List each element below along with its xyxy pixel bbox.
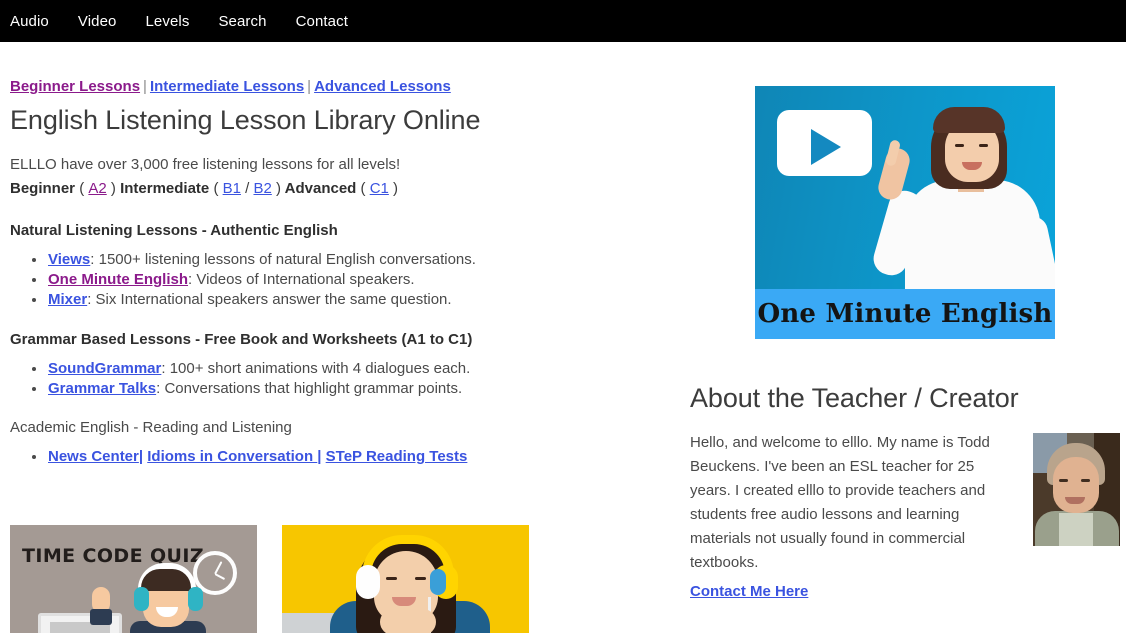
nav-item-search[interactable]: Search: [218, 14, 266, 29]
headphone-cup-left: [356, 565, 380, 599]
top-navigation-bar: Audio Video Levels Search Contact: [0, 0, 1126, 42]
lesson-link-views[interactable]: Views: [48, 251, 90, 268]
level-advanced-label: Advanced: [284, 180, 357, 197]
level-beginner-close-paren: ): [110, 180, 116, 197]
lesson-link-soundgrammar[interactable]: SoundGrammar: [48, 360, 161, 377]
lesson-desc: : 1500+ listening lessons of natural Eng…: [90, 251, 476, 268]
levels-line: Beginner ( A2 ) Intermediate ( B1 / B2 )…: [10, 177, 685, 201]
presenter-eye-left: [955, 144, 964, 147]
section-heading-grammar-based: Grammar Based Lessons - Free Book and Wo…: [10, 331, 473, 348]
student-eye-right: [415, 577, 426, 580]
level-beginner-label: Beginner: [10, 180, 76, 197]
lesson-link-step-reading-tests[interactable]: STeP Reading Tests: [326, 448, 468, 465]
breadcrumb-beginner-lessons[interactable]: Beginner Lessons: [10, 78, 140, 95]
nav-item-video[interactable]: Video: [78, 14, 117, 29]
contact-me-here-link[interactable]: Contact Me Here: [690, 583, 808, 600]
list-item: One Minute English: Videos of Internatio…: [47, 270, 685, 290]
about-section-title: About the Teacher / Creator: [690, 383, 1019, 413]
list-item: Views: 1500+ listening lessons of natura…: [47, 250, 685, 270]
level-link-b2[interactable]: B2: [253, 180, 271, 197]
list-item: Mixer: Six International speakers answer…: [47, 290, 685, 310]
level-beginner-open-paren: (: [79, 180, 85, 197]
presenter-fringe: [933, 107, 1005, 133]
headphone-left-cup-illustration: [134, 587, 149, 611]
level-link-a2[interactable]: A2: [88, 180, 106, 197]
lesson-list-grammar-based: SoundGrammar: 100+ short animations with…: [10, 359, 685, 399]
student-eye-left: [386, 577, 397, 580]
character-hair-illustration: [141, 569, 191, 591]
level-advanced-close-paren: ): [393, 180, 399, 197]
thumbnail-listening-student[interactable]: [282, 525, 529, 633]
lesson-desc: : Conversations that highlight grammar p…: [156, 380, 463, 397]
lesson-link-grammar-talks[interactable]: Grammar Talks: [48, 380, 156, 397]
teacher-shirt-front: [1059, 513, 1093, 546]
about-section-body: Hello, and welcome to elllo. My name is …: [690, 431, 1120, 601]
banner-caption-bar: One Minute English: [755, 289, 1055, 339]
list-item: News Center| Idioms in Conversation | ST…: [47, 447, 685, 467]
academic-separator-2: |: [317, 448, 322, 465]
academic-separator-1: |: [138, 448, 144, 465]
section-heading-academic-english: Academic English - Reading and Listening: [10, 419, 292, 436]
teacher-eye-right: [1081, 479, 1090, 482]
level-intermediate-label: Intermediate: [120, 180, 210, 197]
thumbnail-time-code-quiz[interactable]: TIME CODE QUIZ: [10, 525, 257, 633]
headphone-right-cup-illustration: [188, 587, 203, 611]
one-minute-english-banner[interactable]: One Minute English: [755, 86, 1055, 339]
breadcrumb-separator-1: |: [143, 78, 147, 95]
level-intermediate-close-paren: ): [276, 180, 282, 197]
breadcrumb-separator-2: |: [307, 78, 312, 95]
list-item: SoundGrammar: 100+ short animations with…: [47, 359, 685, 379]
lesson-list-natural-listening: Views: 1500+ listening lessons of natura…: [10, 250, 685, 310]
level-link-c1[interactable]: C1: [370, 180, 389, 197]
left-column: Beginner Lessons | Intermediate Lessons | Ad…: [10, 42, 685, 467]
level-link-b1[interactable]: B1: [223, 180, 241, 197]
level-intermediate-slash: /: [245, 180, 250, 197]
lesson-desc: : 100+ short animations with 4 dialogues…: [161, 360, 471, 377]
student-hands: [380, 609, 436, 633]
presenter-eye-right: [979, 144, 988, 147]
nav-item-audio[interactable]: Audio: [10, 14, 49, 29]
play-triangle-icon: [811, 129, 841, 165]
lesson-link-one-minute-english[interactable]: One Minute English: [48, 271, 188, 288]
intro-text: ELLLO have over 3,000 free listening les…: [10, 156, 401, 173]
lesson-list-academic: News Center| Idioms in Conversation | ST…: [10, 447, 685, 467]
level-intermediate-open-paren: (: [213, 180, 219, 197]
level-advanced-open-paren: (: [360, 180, 366, 197]
list-item: Grammar Talks: Conversations that highli…: [47, 379, 685, 399]
lesson-link-news-center[interactable]: News Center: [48, 448, 139, 465]
breadcrumb: Beginner Lessons | Intermediate Lessons | Ad…: [10, 79, 685, 95]
banner-caption-text: One Minute English: [757, 299, 1053, 329]
about-bio-text: Hello, and welcome to elllo. My name is …: [690, 434, 990, 571]
thumbnail-row: TIME CODE QUIZ: [10, 525, 529, 633]
avatar: [1033, 433, 1120, 546]
breadcrumb-intermediate-lessons[interactable]: Intermediate Lessons: [150, 78, 304, 95]
lesson-desc: : Six International speakers answer the …: [87, 291, 452, 308]
breadcrumb-advanced-lessons[interactable]: Advanced Lessons: [314, 78, 451, 95]
lesson-link-mixer[interactable]: Mixer: [48, 291, 87, 308]
headphone-cup-right-inner: [430, 569, 446, 595]
nav-item-contact[interactable]: Contact: [296, 14, 348, 29]
nav-item-levels[interactable]: Levels: [145, 14, 189, 29]
lesson-desc: : Videos of International speakers.: [188, 271, 415, 288]
right-column: One Minute English About the Teacher / C…: [690, 42, 1120, 601]
section-heading-natural-listening: Natural Listening Lessons - Authentic En…: [10, 222, 338, 239]
teacher-face: [1053, 457, 1099, 513]
sleeve-illustration: [90, 609, 112, 625]
page-content: Beginner Lessons | Intermediate Lessons | Ad…: [0, 42, 1126, 633]
teacher-eye-left: [1059, 479, 1068, 482]
page-title: English Listening Lesson Library Online: [10, 105, 481, 135]
lesson-link-idioms-in-conversation[interactable]: Idioms in Conversation: [147, 448, 317, 465]
